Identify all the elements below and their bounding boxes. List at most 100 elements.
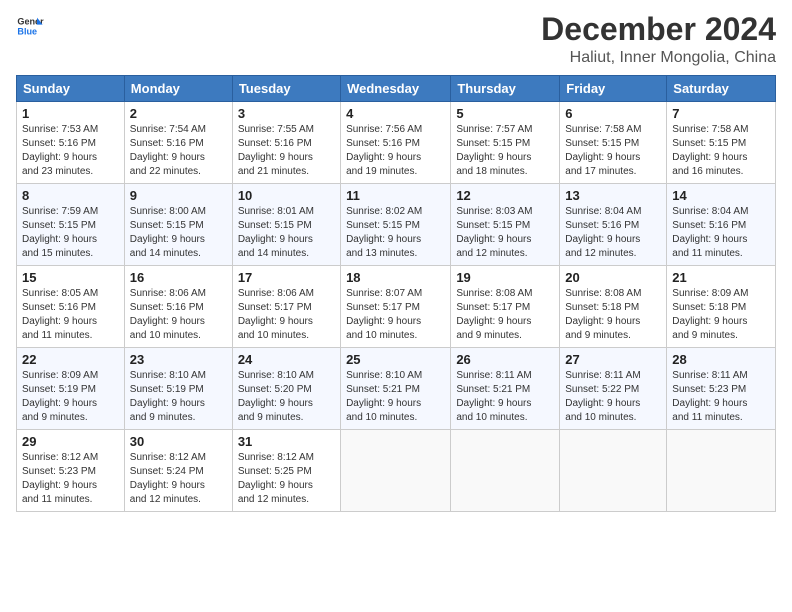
page-header: General Blue December 2024 Haliut, Inner… — [16, 12, 776, 67]
day-info: Sunrise: 7:53 AM Sunset: 5:16 PM Dayligh… — [22, 124, 98, 177]
day-info: Sunrise: 7:58 AM Sunset: 5:15 PM Dayligh… — [672, 124, 748, 177]
calendar-cell: 18 Sunrise: 8:07 AM Sunset: 5:17 PM Dayl… — [341, 266, 451, 348]
day-info: Sunrise: 7:56 AM Sunset: 5:16 PM Dayligh… — [346, 124, 422, 177]
day-number: 28 — [672, 352, 770, 367]
day-number: 20 — [565, 270, 661, 285]
calendar-cell: 31 Sunrise: 8:12 AM Sunset: 5:25 PM Dayl… — [232, 430, 340, 512]
day-number: 27 — [565, 352, 661, 367]
calendar-cell: 25 Sunrise: 8:10 AM Sunset: 5:21 PM Dayl… — [341, 348, 451, 430]
day-number: 19 — [456, 270, 554, 285]
day-info: Sunrise: 7:59 AM Sunset: 5:15 PM Dayligh… — [22, 206, 98, 259]
day-number: 5 — [456, 106, 554, 121]
day-info: Sunrise: 8:10 AM Sunset: 5:20 PM Dayligh… — [238, 370, 314, 423]
day-number: 12 — [456, 188, 554, 203]
day-info: Sunrise: 8:06 AM Sunset: 5:17 PM Dayligh… — [238, 288, 314, 341]
day-info: Sunrise: 8:06 AM Sunset: 5:16 PM Dayligh… — [130, 288, 206, 341]
day-number: 2 — [130, 106, 227, 121]
day-info: Sunrise: 8:09 AM Sunset: 5:18 PM Dayligh… — [672, 288, 748, 341]
calendar-cell: 9 Sunrise: 8:00 AM Sunset: 5:15 PM Dayli… — [124, 184, 232, 266]
day-number: 15 — [22, 270, 119, 285]
day-number: 10 — [238, 188, 335, 203]
day-number: 6 — [565, 106, 661, 121]
day-header-thursday: Thursday — [451, 76, 560, 102]
calendar-cell: 29 Sunrise: 8:12 AM Sunset: 5:23 PM Dayl… — [17, 430, 125, 512]
day-number: 29 — [22, 434, 119, 449]
logo: General Blue — [16, 12, 44, 40]
day-info: Sunrise: 7:57 AM Sunset: 5:15 PM Dayligh… — [456, 124, 532, 177]
day-info: Sunrise: 8:12 AM Sunset: 5:23 PM Dayligh… — [22, 452, 98, 505]
calendar-cell: 19 Sunrise: 8:08 AM Sunset: 5:17 PM Dayl… — [451, 266, 560, 348]
day-number: 11 — [346, 188, 445, 203]
calendar-table: SundayMondayTuesdayWednesdayThursdayFrid… — [16, 75, 776, 512]
day-number: 25 — [346, 352, 445, 367]
day-number: 8 — [22, 188, 119, 203]
day-info: Sunrise: 8:05 AM Sunset: 5:16 PM Dayligh… — [22, 288, 98, 341]
calendar-cell: 26 Sunrise: 8:11 AM Sunset: 5:21 PM Dayl… — [451, 348, 560, 430]
calendar-cell: 16 Sunrise: 8:06 AM Sunset: 5:16 PM Dayl… — [124, 266, 232, 348]
day-number: 26 — [456, 352, 554, 367]
day-number: 24 — [238, 352, 335, 367]
calendar-cell: 30 Sunrise: 8:12 AM Sunset: 5:24 PM Dayl… — [124, 430, 232, 512]
day-info: Sunrise: 8:01 AM Sunset: 5:15 PM Dayligh… — [238, 206, 314, 259]
calendar-cell: 11 Sunrise: 8:02 AM Sunset: 5:15 PM Dayl… — [341, 184, 451, 266]
calendar-cell: 4 Sunrise: 7:56 AM Sunset: 5:16 PM Dayli… — [341, 102, 451, 184]
calendar-cell — [560, 430, 667, 512]
calendar-cell — [451, 430, 560, 512]
day-header-saturday: Saturday — [667, 76, 776, 102]
day-info: Sunrise: 8:10 AM Sunset: 5:19 PM Dayligh… — [130, 370, 206, 423]
day-info: Sunrise: 7:54 AM Sunset: 5:16 PM Dayligh… — [130, 124, 206, 177]
day-number: 21 — [672, 270, 770, 285]
calendar-cell: 7 Sunrise: 7:58 AM Sunset: 5:15 PM Dayli… — [667, 102, 776, 184]
day-info: Sunrise: 8:04 AM Sunset: 5:16 PM Dayligh… — [672, 206, 748, 259]
day-number: 3 — [238, 106, 335, 121]
calendar-cell: 1 Sunrise: 7:53 AM Sunset: 5:16 PM Dayli… — [17, 102, 125, 184]
calendar-cell — [341, 430, 451, 512]
calendar-cell: 28 Sunrise: 8:11 AM Sunset: 5:23 PM Dayl… — [667, 348, 776, 430]
day-info: Sunrise: 8:12 AM Sunset: 5:25 PM Dayligh… — [238, 452, 314, 505]
day-info: Sunrise: 8:03 AM Sunset: 5:15 PM Dayligh… — [456, 206, 532, 259]
day-info: Sunrise: 8:00 AM Sunset: 5:15 PM Dayligh… — [130, 206, 206, 259]
day-info: Sunrise: 8:11 AM Sunset: 5:23 PM Dayligh… — [672, 370, 747, 423]
day-info: Sunrise: 8:11 AM Sunset: 5:21 PM Dayligh… — [456, 370, 531, 423]
day-header-friday: Friday — [560, 76, 667, 102]
day-number: 7 — [672, 106, 770, 121]
calendar-cell: 13 Sunrise: 8:04 AM Sunset: 5:16 PM Dayl… — [560, 184, 667, 266]
day-info: Sunrise: 7:58 AM Sunset: 5:15 PM Dayligh… — [565, 124, 641, 177]
day-number: 9 — [130, 188, 227, 203]
day-number: 4 — [346, 106, 445, 121]
calendar-cell: 10 Sunrise: 8:01 AM Sunset: 5:15 PM Dayl… — [232, 184, 340, 266]
day-header-wednesday: Wednesday — [341, 76, 451, 102]
day-number: 22 — [22, 352, 119, 367]
day-number: 13 — [565, 188, 661, 203]
day-number: 14 — [672, 188, 770, 203]
calendar-cell: 3 Sunrise: 7:55 AM Sunset: 5:16 PM Dayli… — [232, 102, 340, 184]
calendar-cell: 2 Sunrise: 7:54 AM Sunset: 5:16 PM Dayli… — [124, 102, 232, 184]
calendar-cell: 14 Sunrise: 8:04 AM Sunset: 5:16 PM Dayl… — [667, 184, 776, 266]
day-header-sunday: Sunday — [17, 76, 125, 102]
calendar-cell: 6 Sunrise: 7:58 AM Sunset: 5:15 PM Dayli… — [560, 102, 667, 184]
day-info: Sunrise: 8:04 AM Sunset: 5:16 PM Dayligh… — [565, 206, 641, 259]
day-info: Sunrise: 7:55 AM Sunset: 5:16 PM Dayligh… — [238, 124, 314, 177]
day-info: Sunrise: 8:08 AM Sunset: 5:18 PM Dayligh… — [565, 288, 641, 341]
logo-icon: General Blue — [16, 12, 44, 40]
day-number: 17 — [238, 270, 335, 285]
day-number: 16 — [130, 270, 227, 285]
day-number: 30 — [130, 434, 227, 449]
day-info: Sunrise: 8:10 AM Sunset: 5:21 PM Dayligh… — [346, 370, 422, 423]
day-header-monday: Monday — [124, 76, 232, 102]
day-info: Sunrise: 8:12 AM Sunset: 5:24 PM Dayligh… — [130, 452, 206, 505]
day-number: 31 — [238, 434, 335, 449]
calendar-cell: 15 Sunrise: 8:05 AM Sunset: 5:16 PM Dayl… — [17, 266, 125, 348]
title-block: December 2024 Haliut, Inner Mongolia, Ch… — [541, 12, 776, 67]
day-info: Sunrise: 8:09 AM Sunset: 5:19 PM Dayligh… — [22, 370, 98, 423]
page-container: General Blue December 2024 Haliut, Inner… — [0, 0, 792, 612]
location-subtitle: Haliut, Inner Mongolia, China — [541, 49, 776, 67]
calendar-cell: 23 Sunrise: 8:10 AM Sunset: 5:19 PM Dayl… — [124, 348, 232, 430]
calendar-cell — [667, 430, 776, 512]
calendar-cell: 17 Sunrise: 8:06 AM Sunset: 5:17 PM Dayl… — [232, 266, 340, 348]
day-info: Sunrise: 8:08 AM Sunset: 5:17 PM Dayligh… — [456, 288, 532, 341]
calendar-cell: 21 Sunrise: 8:09 AM Sunset: 5:18 PM Dayl… — [667, 266, 776, 348]
calendar-cell: 8 Sunrise: 7:59 AM Sunset: 5:15 PM Dayli… — [17, 184, 125, 266]
calendar-cell: 5 Sunrise: 7:57 AM Sunset: 5:15 PM Dayli… — [451, 102, 560, 184]
day-info: Sunrise: 8:07 AM Sunset: 5:17 PM Dayligh… — [346, 288, 422, 341]
